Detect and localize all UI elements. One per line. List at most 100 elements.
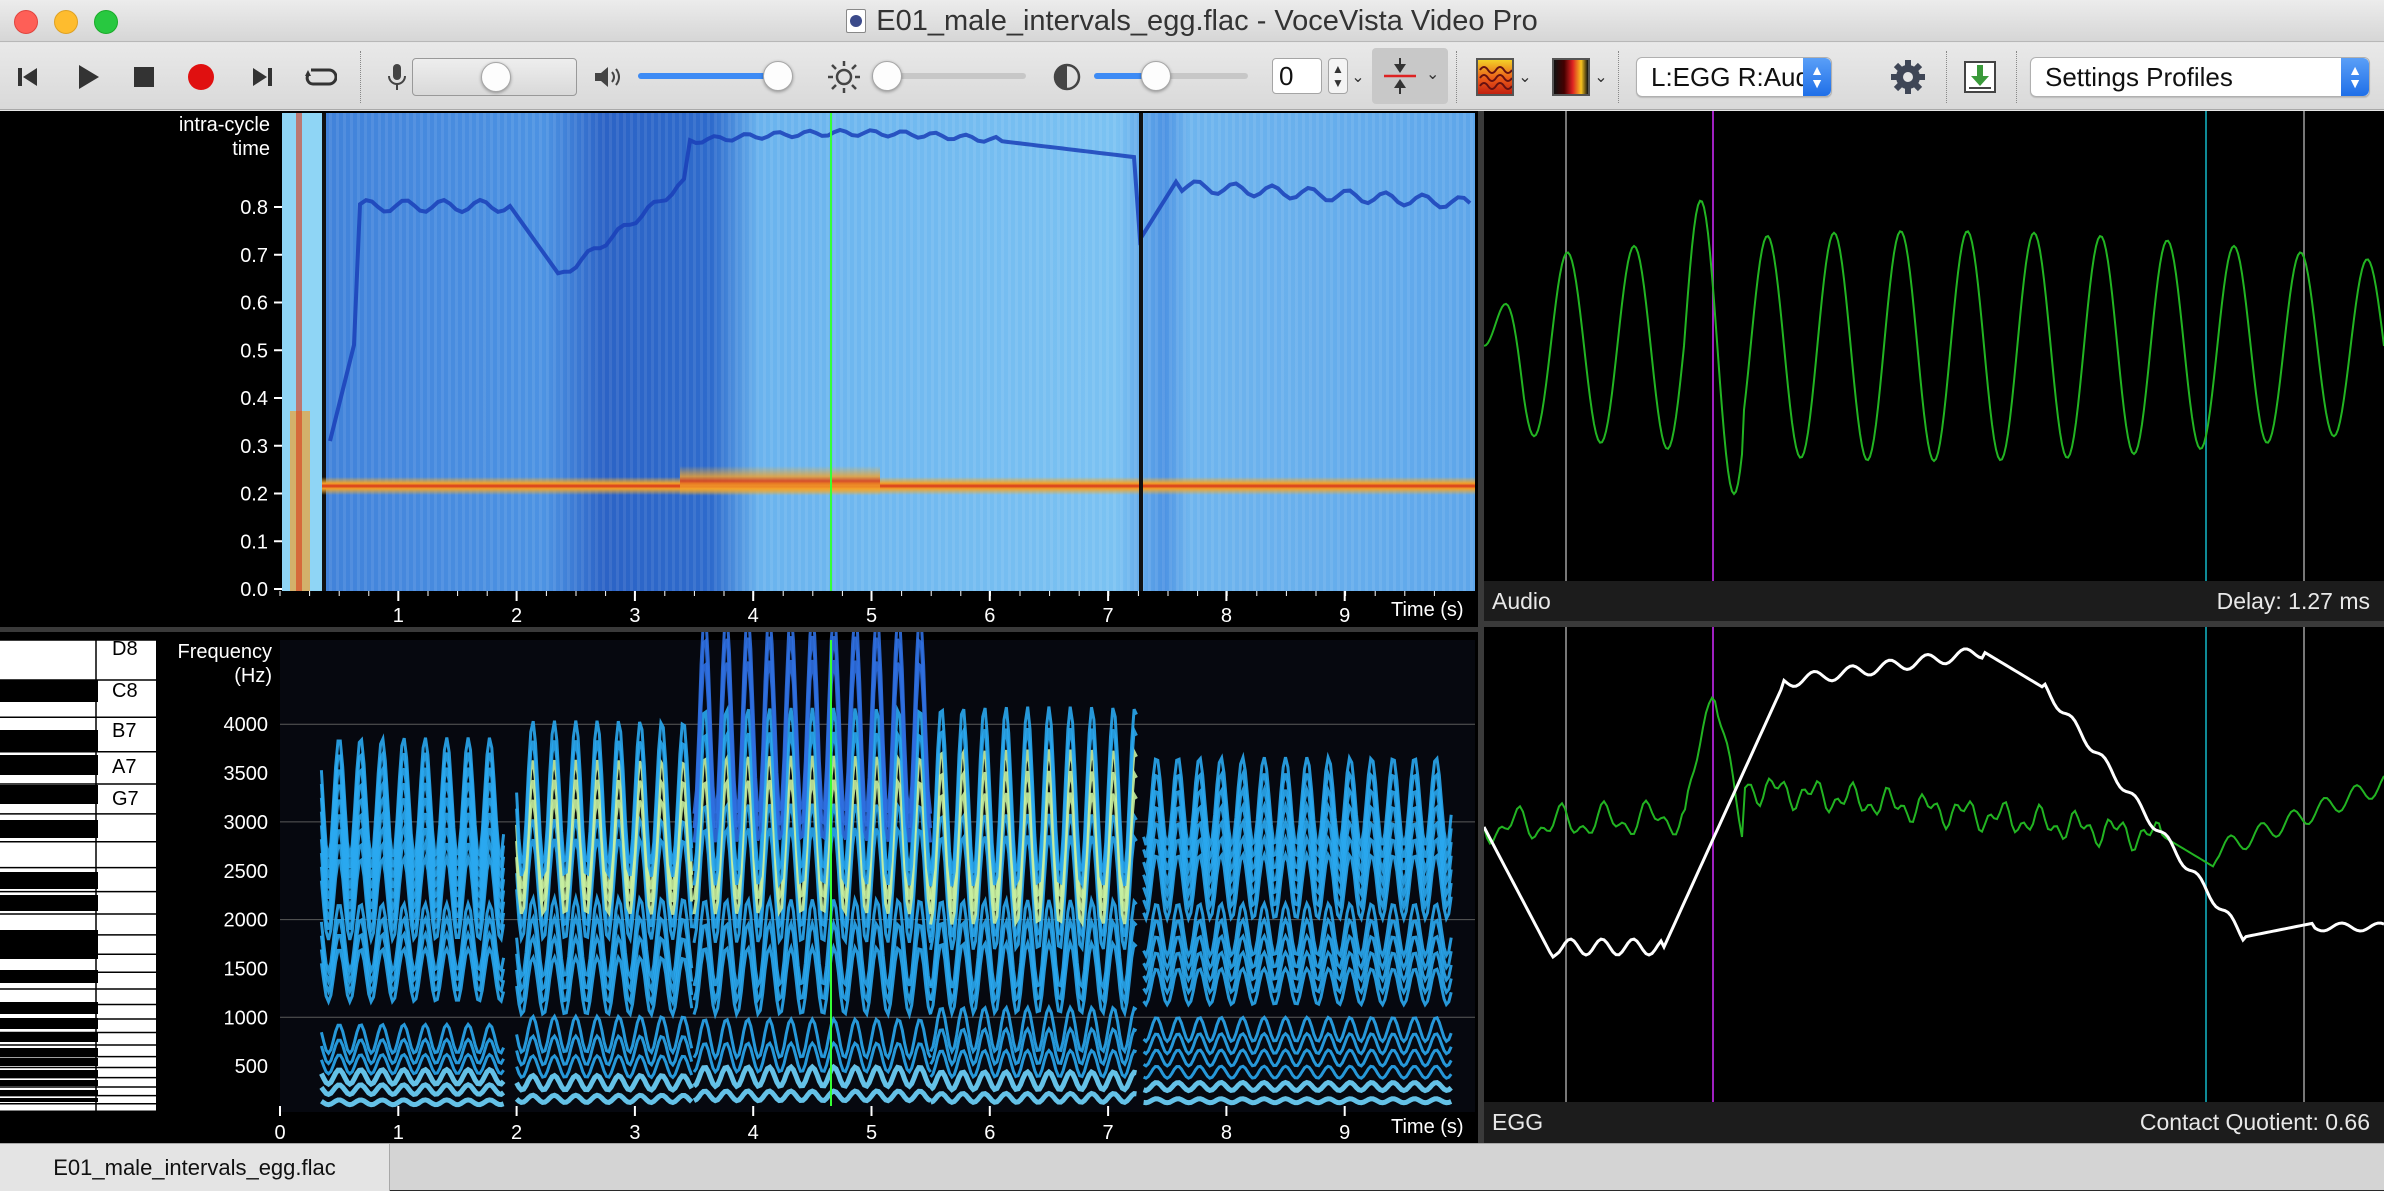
- x-tick-label: 8: [1221, 605, 1232, 627]
- brightness-slider[interactable]: [872, 61, 1026, 91]
- y-tick-label: 0.3: [240, 436, 268, 458]
- x-tick-label: 3: [629, 605, 640, 627]
- input-gain-knob[interactable]: [480, 62, 511, 92]
- piano-black-key: [0, 1070, 98, 1077]
- y-tick-label: 2500: [224, 861, 269, 883]
- delay-readout: Delay: 1.27 ms: [2216, 587, 2370, 614]
- x-tick-label: 4: [748, 1122, 759, 1143]
- speaker-icon: [595, 66, 620, 87]
- audio-waveform-panel[interactable]: [1484, 111, 2384, 581]
- horizontal-splitter[interactable]: [0, 627, 1478, 632]
- title-bar: E01_male_intervals_egg.flac - VoceVista …: [0, 0, 2384, 42]
- y-tick-label: 3500: [224, 763, 269, 785]
- piano-black-key: [0, 872, 98, 889]
- piano-black-key: [0, 1090, 98, 1095]
- brightness-knob[interactable]: [872, 61, 903, 91]
- skip-back-icon: [18, 67, 37, 86]
- volume-slider[interactable]: [638, 61, 793, 91]
- contrast-slider[interactable]: [1094, 61, 1248, 91]
- y-tick-label: 3000: [224, 812, 269, 834]
- spectrum-view-button[interactable]: ⌄: [1474, 43, 1534, 110]
- y-tick-label: 4000: [224, 714, 269, 736]
- x-tick-label: 1: [393, 1122, 404, 1143]
- select-arrows-icon: ▲ ▼: [1803, 58, 1831, 96]
- loop-button[interactable]: [298, 43, 342, 110]
- settings-profiles-select[interactable]: Settings Profiles ▲ ▼: [2030, 57, 2370, 97]
- x-tick-label: 3: [629, 1122, 640, 1143]
- toolbar-separator: [360, 51, 361, 103]
- toolbar-separator: [1456, 51, 1457, 103]
- piano-black-key: [0, 755, 98, 775]
- microphone-icon: [388, 63, 406, 90]
- note-label: D8: [112, 638, 138, 660]
- x-tick-label: 5: [866, 1122, 877, 1143]
- piano-black-key: [0, 930, 98, 945]
- offset-menu-button[interactable]: ⌄: [1350, 43, 1366, 110]
- microphone-button[interactable]: [382, 43, 412, 110]
- offset-value: 0: [1279, 60, 1294, 91]
- play-icon: [79, 64, 99, 89]
- chevron-down-icon: ⌄: [1351, 68, 1365, 86]
- contrast-knob[interactable]: [1140, 61, 1171, 91]
- contrast-button[interactable]: [1050, 43, 1084, 110]
- zoom-fit-button[interactable]: ⌄: [1372, 48, 1448, 104]
- piano-black-key: [0, 1018, 98, 1029]
- frequency-panel[interactable]: 4000 3500 3000 2500 2000 1500 1000 500 0 1 2 3 4 5 6 7…: [0, 632, 1478, 1143]
- y-tick-label: 0.8: [240, 197, 268, 219]
- play-button[interactable]: [68, 43, 108, 110]
- piano-black-key: [0, 1098, 98, 1102]
- channel-select[interactable]: L:EGG R:Audio ▲ ▼: [1636, 57, 1832, 97]
- import-button[interactable]: [1958, 43, 2002, 110]
- contact-quotient-readout: Contact Quotient: 0.66: [2139, 1109, 2370, 1135]
- x-tick-label: 6: [984, 605, 995, 627]
- stop-icon: [134, 66, 154, 87]
- stop-button[interactable]: [124, 43, 164, 110]
- egg-panel[interactable]: [1484, 627, 2384, 1102]
- offset-stepper[interactable]: ▲ ▼: [1328, 58, 1348, 94]
- piano-black-key: [0, 1002, 98, 1014]
- brightness-button[interactable]: [826, 43, 862, 110]
- chevron-down-icon: ⌄: [1518, 68, 1532, 86]
- x-tick-label: 9: [1339, 605, 1350, 627]
- note-label: C8: [112, 680, 138, 702]
- audio-label: Audio: [1492, 587, 1551, 614]
- window-title: E01_male_intervals_egg.flac - VoceVista …: [876, 4, 1538, 37]
- gear-icon: [1891, 59, 1925, 94]
- compress-vertical-icon: [1384, 58, 1416, 94]
- contrast-icon: [1053, 63, 1081, 90]
- select-arrows-icon: ▲ ▼: [2341, 58, 2369, 96]
- intra-cycle-panel[interactable]: intra-cycle time 0.8 0.7 0.6 0.5 0.4 0.3…: [0, 111, 1478, 627]
- piano-black-key: [0, 680, 98, 702]
- y-tick-label: 0.5: [240, 340, 268, 362]
- skip-forward-button[interactable]: [244, 43, 280, 110]
- toolbar: 0 ▲ ▼ ⌄ ⌄ ⌄ ⌄ L:EGG R:Audio ▲ ▼ Settings…: [0, 43, 2384, 110]
- file-tab-label: E01_male_intervals_egg.flac: [53, 1154, 336, 1180]
- volume-knob[interactable]: [763, 61, 793, 91]
- y-tick-label: 0.6: [240, 293, 268, 315]
- stepper-up-icon[interactable]: ▲: [1332, 62, 1344, 76]
- x-tick-label: 7: [1103, 1122, 1114, 1143]
- y-tick-label: 0.4: [240, 388, 268, 410]
- note-label: G7: [112, 788, 139, 810]
- skip-back-button[interactable]: [10, 43, 46, 110]
- y-tick-label: 1000: [224, 1007, 269, 1029]
- brightness-icon: [828, 60, 860, 93]
- document-tab-bar: E01_male_intervals_egg.flac: [0, 1143, 2384, 1191]
- piano-black-key: [0, 1080, 98, 1086]
- stepper-down-icon[interactable]: ▼: [1332, 76, 1344, 90]
- offset-input[interactable]: 0: [1272, 58, 1322, 94]
- egg-waveform: [1484, 627, 2384, 1102]
- egg-label: EGG: [1492, 1109, 1544, 1135]
- spectrogram-colormap-icon: [1552, 57, 1591, 96]
- app-window: E01_male_intervals_egg.flac - VoceVista …: [0, 0, 2384, 1191]
- file-tab[interactable]: E01_male_intervals_egg.flac: [0, 1144, 390, 1191]
- volume-button[interactable]: [592, 43, 626, 110]
- note-label: A7: [112, 756, 137, 778]
- record-button[interactable]: [180, 43, 222, 110]
- settings-button[interactable]: [1888, 43, 1928, 110]
- spectrogram-view-button[interactable]: ⌄: [1550, 43, 1610, 110]
- y-tick-label: 1500: [224, 958, 269, 980]
- input-gain-slider[interactable]: [412, 58, 577, 96]
- x-tick-label: 2: [511, 605, 522, 627]
- toolbar-separator: [2016, 51, 2017, 103]
